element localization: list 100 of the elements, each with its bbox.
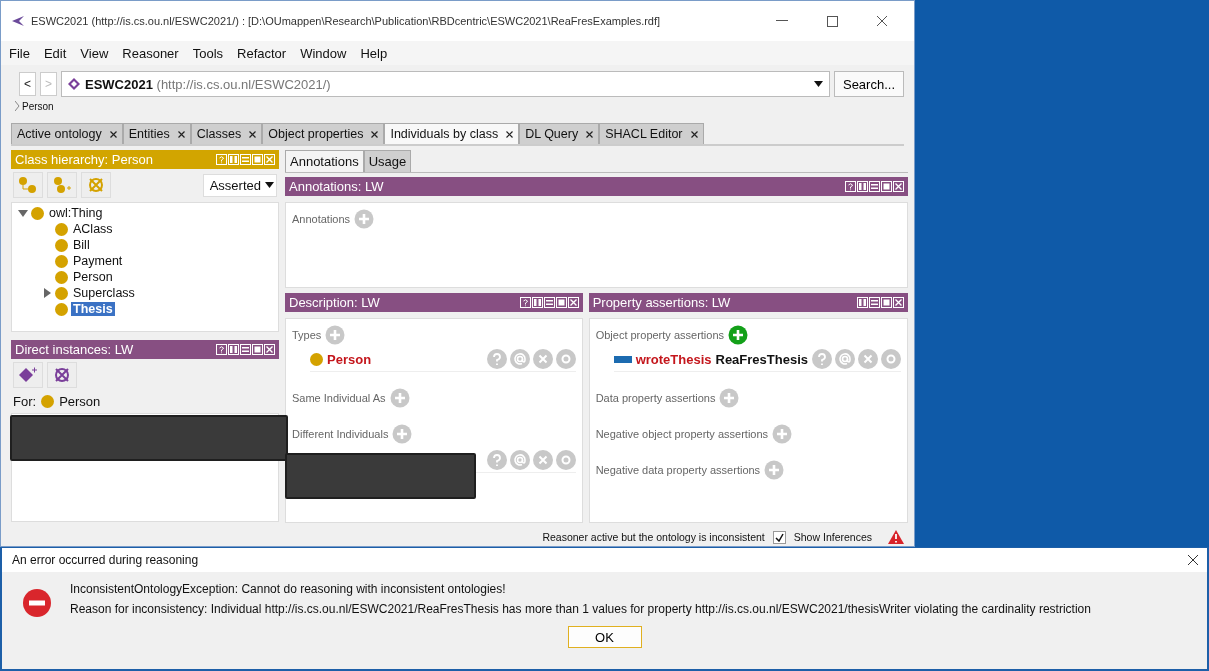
section-label: Negative object property assertions (595, 428, 769, 440)
class-icon (55, 238, 68, 252)
tab[interactable]: Classes (190, 123, 263, 144)
tree-item[interactable]: Person (71, 270, 115, 284)
delete-individual-button[interactable] (47, 362, 77, 388)
status-text: Reasoner active but the ontology is inconsistent (542, 531, 765, 543)
panel-title: Property assertions: LW (592, 295, 732, 310)
property-value: ReaFresThesis (715, 351, 808, 367)
class-icon (55, 286, 68, 300)
add-individual-button[interactable] (13, 362, 43, 388)
minimize-icon[interactable] (869, 297, 880, 308)
minimize-icon[interactable] (543, 297, 555, 308)
section-label: Object property assertions (595, 329, 725, 341)
tab[interactable]: DL Query (519, 123, 600, 144)
breadcrumb-chevron-icon (15, 101, 20, 111)
panel-title: Description: LW (289, 295, 381, 310)
tab[interactable]: Object properties (262, 123, 385, 144)
menu-item[interactable]: Tools (192, 45, 224, 61)
menu-item[interactable]: View (80, 45, 109, 61)
tab[interactable]: Entities (122, 123, 191, 144)
close-icon[interactable] (876, 15, 888, 27)
search-button[interactable]: Search... (833, 71, 904, 97)
menu-item[interactable]: Window (300, 45, 347, 61)
class-icon (310, 352, 323, 366)
close-icon[interactable] (506, 130, 514, 138)
delete-class-icon (87, 176, 105, 194)
checkbox-label: Show Inferences (793, 531, 872, 543)
add-icon[interactable] (728, 325, 749, 345)
class-icon (55, 254, 68, 268)
class-icon (41, 394, 55, 408)
check-icon (774, 532, 784, 542)
expanded-triangle-icon[interactable] (18, 208, 28, 218)
help-icon[interactable] (845, 181, 856, 192)
app-logo-icon (11, 15, 25, 27)
help-icon[interactable] (216, 344, 227, 355)
dropdown-icon (265, 182, 274, 188)
split-view-icon[interactable] (857, 181, 868, 192)
menu-item[interactable]: File (9, 45, 30, 61)
help-icon[interactable] (519, 297, 531, 308)
add-sibling-icon (52, 176, 72, 194)
panel-title: Annotations: LW (289, 179, 385, 194)
class-icon (55, 270, 68, 284)
dialog-title: An error occurred during reasoning (12, 553, 200, 567)
class-icon (55, 302, 68, 316)
for-label: For: (13, 393, 37, 409)
property-icon (613, 355, 632, 363)
menu-item[interactable]: Edit (43, 45, 67, 61)
delete-individual-icon (53, 366, 71, 384)
section-label: Data property assertions (595, 392, 716, 404)
add-subclass-icon (18, 176, 38, 194)
close-icon[interactable] (690, 130, 698, 138)
minimize-icon[interactable] (869, 181, 880, 192)
section-label: Negative data property assertions (595, 464, 761, 476)
panel-title: Direct instances: LW (15, 342, 135, 357)
window-title: ESWC2021 (http://is.cs.ou.nl/ESWC2021/) : [D:\OUmappen\Research\Publication\RBDcentric\ESWC2021\ReaFresExamples.rdf] (31, 15, 662, 27)
back-button[interactable]: < (19, 72, 36, 96)
close-icon[interactable] (249, 130, 257, 138)
collapsed-triangle-icon[interactable] (42, 288, 52, 298)
tree-item[interactable]: AClass (71, 222, 115, 236)
split-view-icon[interactable] (228, 344, 239, 355)
tab[interactable]: Individuals by class (384, 123, 520, 144)
tree-item[interactable]: Superclass (71, 286, 137, 300)
maximize-icon[interactable] (826, 15, 838, 27)
ok-button[interactable]: OK (567, 626, 642, 648)
warning-icon (888, 530, 904, 544)
tree-item[interactable]: Payment (71, 254, 125, 268)
tab[interactable]: Usage (363, 150, 412, 172)
split-view-icon[interactable] (857, 297, 868, 308)
menu-item[interactable]: Reasoner (122, 45, 179, 61)
close-icon[interactable] (177, 130, 185, 138)
class-icon (55, 222, 68, 236)
property-name: wroteThesis (635, 351, 712, 367)
close-icon[interactable] (586, 130, 594, 138)
minimize-icon[interactable] (776, 20, 788, 22)
error-message: Reason for inconsistency: Individual http://is.cs.ou.nl/ESWC2021/ReaFresThesis has more than 1 values for property http://is.cs.ou.nl/ESWC2021/thesisWriter violating the cardinality restriction (70, 602, 1091, 616)
tab[interactable]: SHACL Editor (599, 123, 704, 144)
class-icon (31, 206, 44, 220)
split-view-icon[interactable] (531, 297, 543, 308)
minimize-icon[interactable] (240, 344, 251, 355)
dropdown-icon (813, 81, 823, 87)
entity-address-field[interactable]: ESWC2021 (http://is.cs.ou.nl/ESWC2021/) (61, 71, 830, 97)
add-individual-icon (18, 366, 38, 384)
close-icon[interactable] (109, 130, 117, 138)
error-message: InconsistentOntologyException: Cannot do reasoning with inconsistent ontologies! (70, 582, 507, 596)
section-label: Different Individuals (292, 428, 389, 440)
tree-item[interactable]: Thesis (71, 302, 115, 316)
menu-item[interactable]: Help (360, 45, 388, 61)
tab[interactable]: Active ontology (11, 123, 123, 144)
tree-item[interactable]: Bill (71, 238, 92, 252)
close-icon[interactable] (371, 130, 379, 138)
class-name: Person (59, 393, 101, 409)
section-label: Same Individual As (292, 392, 386, 404)
close-icon[interactable] (1187, 554, 1199, 566)
mode-dropdown[interactable]: Asserted (202, 173, 277, 197)
menu-item[interactable]: Refactor (237, 45, 287, 61)
tab[interactable]: Annotations (285, 150, 364, 172)
checkbox[interactable] (772, 530, 786, 544)
tree-item[interactable]: owl:Thing (47, 206, 105, 220)
type-name: Person (327, 351, 372, 367)
breadcrumb[interactable]: Person (22, 100, 54, 112)
